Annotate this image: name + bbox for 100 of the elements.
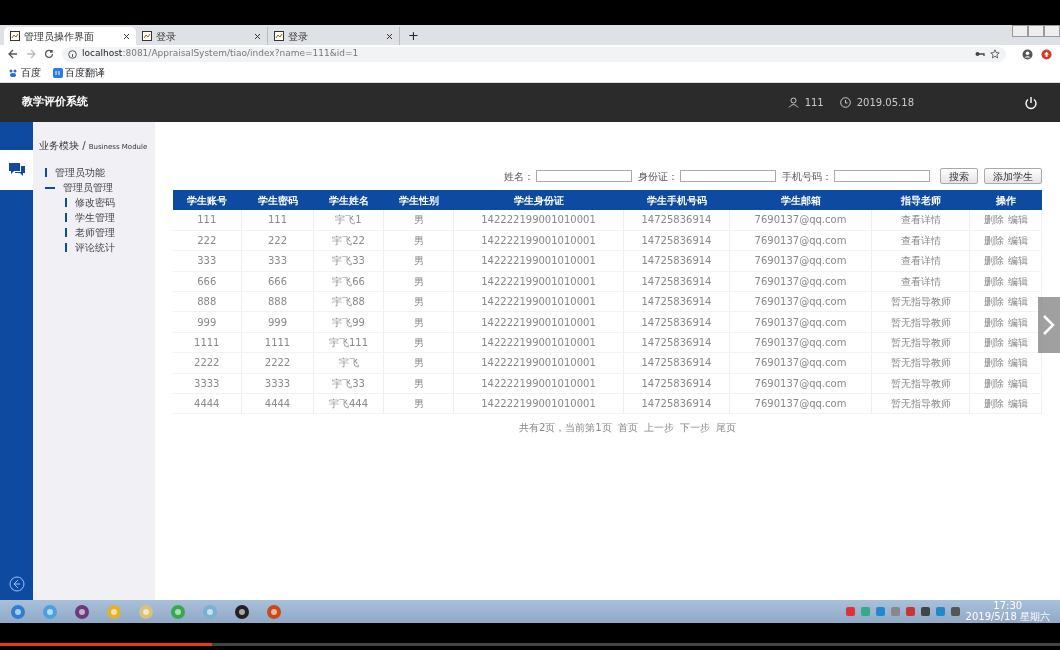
action-link[interactable]: 删除	[983, 398, 1004, 410]
table-cell: 142222199001010001	[453, 230, 624, 251]
table-cell: 14725836914	[623, 373, 730, 394]
clock-date: 2019/5/18 星期六	[965, 611, 1050, 622]
pagination-link[interactable]: 首页	[617, 420, 638, 436]
table-cell: 142222199001010001	[453, 210, 624, 231]
table-cell: 14725836914	[623, 230, 730, 251]
table-cell: 暂无指导教师	[871, 291, 970, 312]
action-link[interactable]: 删除	[983, 357, 1004, 369]
table-cell: 男	[383, 373, 454, 394]
table-cell: 男	[383, 393, 454, 414]
table-cell: 1111	[241, 332, 314, 353]
action-link[interactable]: 删除	[983, 377, 1004, 389]
input-field[interactable]	[536, 170, 632, 182]
account-icon[interactable]	[1022, 48, 1033, 60]
sidebar-item[interactable]: 学生管理	[39, 210, 149, 225]
table-cell: 7690137@qq.com	[729, 230, 872, 251]
table-cell: 宇飞444	[313, 393, 384, 414]
star-icon[interactable]	[990, 49, 1000, 59]
table-cell: 暂无指导教师	[871, 393, 970, 414]
action-link[interactable]: 删除	[983, 296, 1004, 308]
page-icon	[142, 31, 152, 41]
update-icon[interactable]	[1041, 48, 1052, 60]
action-link[interactable]: 删除	[983, 337, 1004, 349]
action-link[interactable]: 编辑	[1007, 296, 1028, 308]
table-cell: 666	[241, 271, 314, 292]
table-cell: 14725836914	[623, 210, 730, 231]
action-link[interactable]: 删除	[983, 235, 1004, 247]
back-icon[interactable]	[8, 576, 25, 592]
key-icon[interactable]	[975, 50, 985, 58]
clock-icon	[839, 97, 851, 108]
new-tab-button[interactable]: +	[400, 25, 427, 45]
action-button[interactable]: 添加学生	[984, 168, 1042, 184]
app-title: 教学评价系统	[22, 94, 88, 111]
sidebar-item[interactable]: 修改密码	[39, 195, 149, 210]
table-cell: 4444	[172, 393, 242, 414]
back-icon[interactable]	[8, 49, 18, 59]
reload-icon[interactable]	[44, 49, 54, 59]
field-label: 身份证：	[638, 169, 678, 184]
action-link[interactable]: 编辑	[1007, 337, 1028, 349]
action-link[interactable]: 删除	[983, 214, 1004, 226]
address-bar[interactable]: localhost:8081/AppraisalSystem/tiao/index?name=111&id=1	[62, 46, 1006, 62]
table-cell: 7690137@qq.com	[729, 271, 872, 292]
info-icon[interactable]	[68, 49, 77, 59]
table-cell: 男	[383, 210, 454, 231]
sidebar-item[interactable]: 评论统计	[39, 240, 149, 255]
input-field[interactable]	[834, 170, 930, 182]
action-link[interactable]: 编辑	[1007, 316, 1028, 328]
table-cell: 男	[383, 332, 454, 353]
column-header: 学生姓名	[313, 190, 384, 210]
table-cell: 14725836914	[623, 311, 730, 333]
table-cell: 666	[172, 271, 242, 292]
forward-icon[interactable]	[26, 49, 36, 59]
table-cell: 999	[172, 311, 242, 333]
action-link[interactable]: 删除	[983, 255, 1004, 267]
url-text: localhost:8081/AppraisalSystem/tiao/index?name=111&id=1	[82, 47, 359, 61]
app-icon[interactable]	[170, 603, 186, 620]
table-cell: 142222199001010001	[453, 393, 624, 414]
table-cell: 14725836914	[623, 291, 730, 312]
user-icon	[787, 97, 799, 108]
clock-time: 17:30	[992, 601, 1024, 612]
table-cell: 宇飞22	[313, 230, 384, 251]
input-field[interactable]	[680, 170, 776, 182]
pagination-link[interactable]: 上一步	[643, 420, 674, 436]
action-link[interactable]: 编辑	[1007, 275, 1028, 287]
field-label: 手机号码：	[782, 169, 832, 184]
table-cell: 142222199001010001	[453, 332, 624, 353]
column-header: 学生身份证	[453, 190, 624, 210]
action-link[interactable]: 删除	[983, 316, 1004, 328]
action-link[interactable]: 编辑	[1007, 377, 1028, 389]
table-cell: 14725836914	[623, 250, 730, 272]
table-cell: 4444	[241, 393, 314, 414]
action-link[interactable]: 编辑	[1007, 235, 1028, 247]
table-cell: 142222199001010001	[453, 373, 624, 394]
page-summary: 共有2页，当前第1页	[518, 421, 612, 436]
page-icon	[10, 31, 20, 41]
bookmark[interactable]: 百度	[8, 65, 41, 80]
action-link[interactable]: 编辑	[1007, 398, 1028, 410]
action-link[interactable]: 删除	[983, 275, 1004, 287]
sidebar-item[interactable]: 老师管理	[39, 225, 149, 240]
table-cell: 男	[383, 230, 454, 251]
action-link[interactable]: 编辑	[1007, 214, 1028, 226]
action-button[interactable]: 搜索	[940, 168, 978, 184]
sidebar-item[interactable]: 管理员管理	[39, 180, 149, 195]
table-cell: 宇飞1	[313, 210, 384, 231]
browser-tab[interactable]: 管理员操作界面	[4, 27, 136, 45]
action-link[interactable]: 编辑	[1007, 357, 1028, 369]
pagination-link[interactable]: 下一步	[679, 420, 710, 436]
table-cell: 333	[172, 250, 242, 272]
next-button[interactable]	[1038, 297, 1060, 353]
power-icon[interactable]	[1024, 95, 1038, 110]
app-icon[interactable]	[74, 603, 90, 620]
table-cell: 查看详情	[871, 230, 970, 251]
pagination-link[interactable]: 尾页	[715, 420, 736, 436]
action-link[interactable]: 编辑	[1007, 255, 1028, 267]
sidebar-item[interactable]: 管理员功能	[39, 165, 149, 180]
app-icon[interactable]	[266, 603, 282, 620]
bookmark[interactable]: 百度翻译	[52, 65, 105, 80]
table-cell: 7690137@qq.com	[729, 291, 872, 312]
column-header: 学生手机号码	[623, 190, 730, 210]
